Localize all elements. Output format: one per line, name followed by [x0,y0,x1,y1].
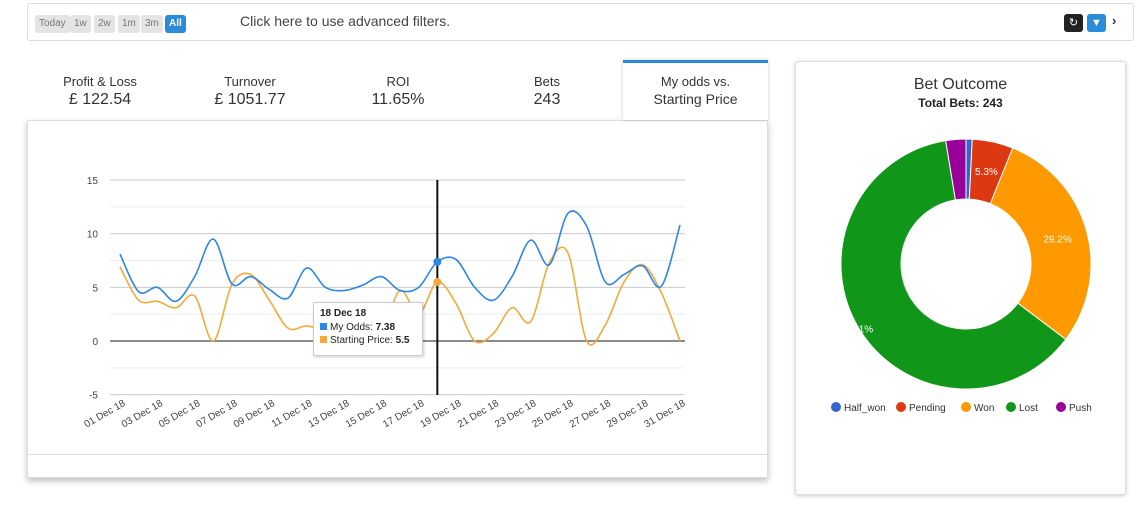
legend-marker [831,402,841,412]
tab-label: My odds vs. [660,74,731,89]
bet-outcome-donut: 5.3% 29.2% 62.1% Half_won Pending Won Lost Push [831,138,1092,414]
range-all-button[interactable]: All [165,15,186,33]
legend-marker [961,402,971,412]
advanced-filters-link[interactable]: Click here to use advanced filters. [240,13,450,29]
legend-label-push: Push [1069,403,1092,414]
tooltip-my-odds-label: My Odds: [330,322,373,333]
tab-turnover[interactable]: Turnover £ 1051.77 [180,60,320,120]
legend-label-won: Won [974,403,994,414]
range-2w-button[interactable]: 2w [94,15,115,33]
range-1w-button[interactable]: 1w [70,15,91,33]
tab-roi[interactable]: ROI 11.65% [328,60,468,120]
range-3m-button[interactable]: 3m [141,15,163,33]
slice-won [989,147,1092,341]
legend-label-half_won: Half_won [844,403,886,414]
bet-outcome-card: Bet Outcome Total Bets: 243 5.3% 29.2% 62.… [795,61,1126,495]
tab-bets[interactable]: Bets 243 [477,60,617,120]
tab-label: Turnover [224,74,276,89]
range-1m-button[interactable]: 1m [118,15,140,33]
tab-value: Starting Price [653,91,738,107]
tooltip-sp-label: Starting Price: [330,335,393,346]
filter-icon[interactable]: ▼ [1087,14,1106,32]
line-chart-panel [27,120,768,478]
legend-label-pending: Pending [909,403,946,414]
legend-label-lost: Lost [1019,403,1038,414]
refresh-icon[interactable]: ↻ [1064,14,1083,32]
tooltip-date: 18 Dec 18 [320,308,367,319]
tab-value: £ 122.54 [68,91,132,108]
tab-profit-loss[interactable]: Profit & Loss £ 122.54 [30,60,170,120]
tab-label: Bets [533,74,560,89]
tab-odds-vs-sp[interactable]: My odds vs. Starting Price [623,60,768,120]
tooltip-my-odds-value: 7.38 [375,322,396,333]
tab-value: 243 [533,91,561,108]
slice-label: 5.3% [975,167,998,178]
tab-value: £ 1051.77 [214,91,286,108]
legend-marker [1056,402,1066,412]
legend-marker [1006,402,1016,412]
sp-swatch [320,336,327,343]
my-odds-swatch [320,323,327,330]
filter-bar: Today 1w 2w 1m 3m All Click here to use … [27,3,1134,41]
legend-marker [896,402,906,412]
tab-label: ROI [386,74,410,89]
tab-value: 11.65% [371,91,425,108]
range-today-button[interactable]: Today [35,15,70,33]
slice-label: 29.2% [1043,235,1071,246]
tooltip-sp-value: 5.5 [395,335,410,346]
chevron-right-icon[interactable]: › [1112,13,1116,28]
tab-label: Profit & Loss [63,74,137,89]
chart-tooltip: 18 Dec 18 My Odds: 7.38 Starting Price: … [313,302,423,356]
slice-label: 62.1% [845,325,873,336]
panel-footer [28,454,767,455]
